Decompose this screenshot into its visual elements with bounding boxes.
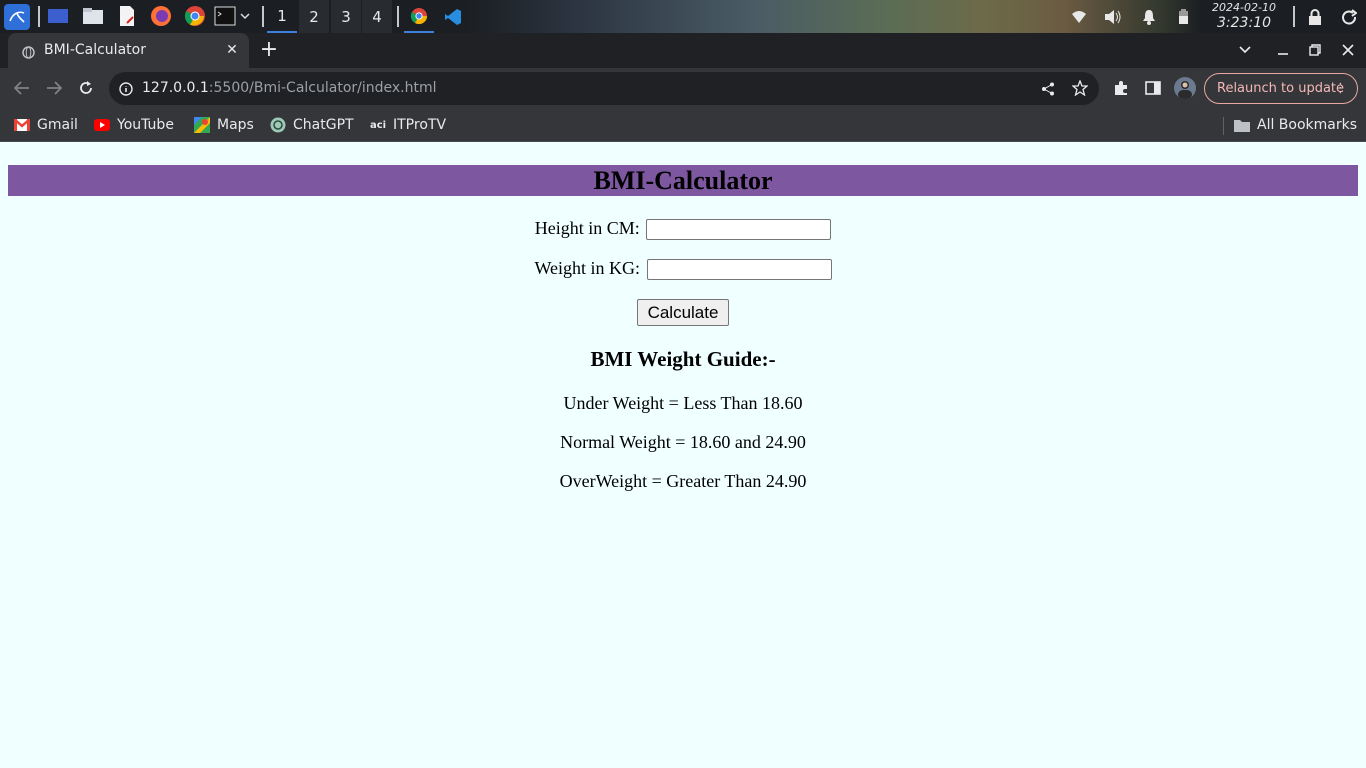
notifications-icon[interactable] xyxy=(1140,8,1157,25)
close-tab-icon[interactable]: ✕ xyxy=(224,42,240,58)
profile-avatar[interactable] xyxy=(1174,77,1196,99)
maps-icon xyxy=(194,117,210,133)
guide-item-underweight: Under Weight = Less Than 18.60 xyxy=(563,393,803,413)
bookmarks-divider xyxy=(1223,117,1224,135)
url-path: :5500/Bmi-Calculator/index.html xyxy=(208,80,437,96)
height-input[interactable] xyxy=(646,219,832,241)
relaunch-to-update-button[interactable]: Relaunch to update ⋮ xyxy=(1204,73,1358,104)
battery-icon[interactable] xyxy=(1174,8,1191,25)
firefox-icon[interactable] xyxy=(150,5,172,27)
taskbar-chrome-window[interactable] xyxy=(404,0,434,33)
globe-icon xyxy=(22,44,35,59)
bookmark-label: ChatGPT xyxy=(293,117,354,133)
taskbar-separator xyxy=(38,6,40,27)
all-bookmarks-label: All Bookmarks xyxy=(1257,117,1358,133)
bookmark-youtube[interactable]: YouTube xyxy=(94,115,174,135)
bookmark-star-icon[interactable] xyxy=(1071,79,1089,100)
terminal-icon[interactable] xyxy=(214,5,236,27)
bookmark-maps[interactable]: Maps xyxy=(194,115,254,135)
volume-icon[interactable] xyxy=(1104,8,1121,25)
page-title: BMI-Calculator xyxy=(593,166,773,195)
restore-icon[interactable] xyxy=(1306,41,1324,59)
desktop-icon[interactable] xyxy=(47,5,69,27)
aci-icon: aci xyxy=(369,119,387,131)
system-clock[interactable]: 2024-02-10 3:23:10 am xyxy=(1204,1,1284,48)
weight-label: Weight in KG: xyxy=(534,258,641,278)
power-icon[interactable] xyxy=(1340,8,1357,25)
height-label: Height in CM: xyxy=(534,218,640,238)
tab-title: BMI-Calculator xyxy=(44,42,146,58)
bookmarks-bar: Gmail YouTube Maps ChatGPT aci ITProTV A… xyxy=(0,109,1366,142)
extensions-icon[interactable] xyxy=(1111,78,1131,98)
tab-search-icon[interactable] xyxy=(1236,41,1254,59)
all-bookmarks-button[interactable]: All Bookmarks xyxy=(1234,115,1357,135)
guide-item-overweight: OverWeight = Greater Than 24.90 xyxy=(559,471,807,491)
gmail-icon xyxy=(14,117,30,133)
chatgpt-icon xyxy=(270,117,286,133)
bookmark-label: YouTube xyxy=(117,117,174,133)
close-window-icon[interactable] xyxy=(1339,41,1357,59)
weight-row: Weight in KG: xyxy=(0,258,1366,281)
bookmark-chatgpt[interactable]: ChatGPT xyxy=(270,115,354,135)
chrome-icon[interactable] xyxy=(184,5,206,27)
text-editor-icon[interactable] xyxy=(116,5,138,27)
relaunch-label: Relaunch to update xyxy=(1217,81,1345,96)
os-taskbar: 1 2 3 4 2024-02-10 3:23:10 am xyxy=(0,0,1366,48)
workspace-3[interactable]: 3 xyxy=(331,0,361,33)
minimize-icon[interactable] xyxy=(1274,41,1292,59)
workspace-4[interactable]: 4 xyxy=(362,0,392,33)
site-info-icon[interactable] xyxy=(119,81,133,100)
chevron-down-icon[interactable] xyxy=(238,5,252,27)
bookmark-gmail[interactable]: Gmail xyxy=(14,115,78,135)
url-host: 127.0.0.1 xyxy=(142,80,209,96)
share-icon[interactable] xyxy=(1041,81,1055,100)
browser-tab-strip: BMI-Calculator ✕ + xyxy=(0,33,1366,68)
bookmark-label: ITProTV xyxy=(393,117,447,133)
bookmark-label: Gmail xyxy=(37,117,78,133)
bookmark-itprotv[interactable]: aci ITProTV xyxy=(370,115,446,135)
youtube-icon xyxy=(94,117,110,133)
calculate-button[interactable]: Calculate xyxy=(637,299,729,326)
side-panel-icon[interactable] xyxy=(1143,78,1163,98)
taskbar-separator xyxy=(1293,6,1295,27)
weight-input[interactable] xyxy=(646,259,832,281)
forward-icon[interactable] xyxy=(44,78,64,98)
browser-toolbar: 127.0.0.1:5500/Bmi-Calculator/index.html… xyxy=(0,68,1366,109)
clock-date: 2024-02-10 xyxy=(1212,1,1276,14)
wifi-icon[interactable] xyxy=(1070,8,1087,25)
guide-item-normal: Normal Weight = 18.60 and 24.90 xyxy=(560,432,806,452)
url-text[interactable]: 127.0.0.1:5500/Bmi-Calculator/index.html xyxy=(142,80,437,96)
bookmark-label: Maps xyxy=(217,117,254,133)
lock-icon[interactable] xyxy=(1306,8,1323,25)
kali-menu-icon[interactable] xyxy=(4,4,30,30)
guide-title: BMI Weight Guide:- xyxy=(590,347,776,371)
file-manager-icon[interactable] xyxy=(82,5,104,27)
web-page: BMI-Calculator Height in CM: Weight in K… xyxy=(0,143,1366,768)
new-tab-button[interactable]: + xyxy=(259,39,279,61)
workspace-1[interactable]: 1 xyxy=(267,0,297,33)
reload-icon[interactable] xyxy=(76,78,96,98)
page-header: BMI-Calculator xyxy=(8,165,1358,196)
address-bar[interactable]: 127.0.0.1:5500/Bmi-Calculator/index.html xyxy=(109,72,1099,105)
vscode-icon[interactable] xyxy=(438,0,468,33)
taskbar-separator xyxy=(262,6,264,27)
folder-icon xyxy=(1234,117,1250,133)
workspace-2[interactable]: 2 xyxy=(299,0,329,33)
kebab-menu-icon[interactable]: ⋮ xyxy=(1334,74,1347,103)
height-row: Height in CM: xyxy=(0,218,1366,241)
back-icon[interactable] xyxy=(12,78,32,98)
taskbar-separator xyxy=(397,6,399,27)
browser-tab-bmi[interactable]: BMI-Calculator ✕ xyxy=(8,33,249,68)
